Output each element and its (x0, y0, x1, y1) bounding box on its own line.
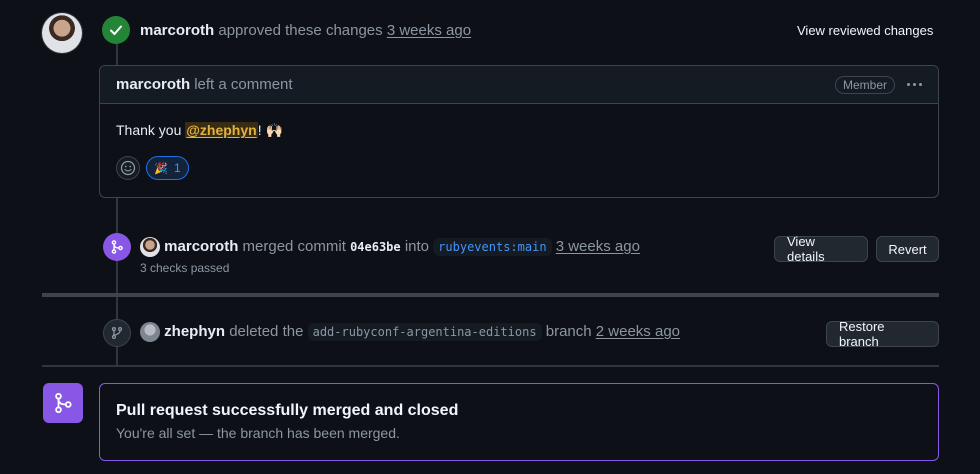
git-merge-icon (55, 392, 72, 414)
divider (42, 365, 939, 367)
comment-header: marcoroth left a comment Member (100, 66, 938, 104)
merge-user[interactable]: marcoroth (164, 238, 238, 255)
avatar[interactable] (140, 237, 160, 257)
tada-reaction-button[interactable]: 🎉 1 (146, 156, 189, 180)
target-branch[interactable]: rubyevents:main (433, 237, 552, 256)
view-reviewed-changes-link[interactable]: View reviewed changes (797, 23, 933, 38)
merge-summary: marcoroth merged commit 04e63be into rub… (140, 237, 640, 257)
merge-action: merged commit (242, 237, 346, 255)
avatar[interactable] (42, 13, 82, 53)
member-badge: Member (834, 75, 895, 94)
comment-text: Thank you (116, 122, 186, 138)
check-icon (110, 25, 122, 35)
merged-badge (103, 233, 131, 261)
review-user[interactable]: marcoroth (140, 22, 214, 39)
divider (42, 293, 939, 297)
reactions-bar: 🎉 1 (116, 156, 189, 180)
comment-body: Thank you @zhephyn! 🙌🏻 (100, 104, 938, 139)
git-merge-icon (111, 240, 123, 254)
branch-word: branch (545, 322, 592, 340)
add-reaction-button[interactable] (116, 156, 140, 180)
delete-user[interactable]: zhephyn (164, 323, 225, 340)
reaction-count: 1 (174, 161, 181, 175)
view-details-button[interactable]: View details (774, 234, 868, 264)
comment-user[interactable]: marcoroth (116, 76, 190, 93)
merged-title: Pull request successfully merged and clo… (116, 402, 459, 419)
merged-status-box: Pull request successfully merged and clo… (99, 383, 939, 461)
tada-emoji: 🎉 (154, 162, 168, 175)
comment-text-end: ! 🙌🏻 (257, 122, 283, 138)
commit-sha[interactable]: 04e63be (350, 240, 401, 254)
avatar[interactable] (140, 322, 160, 342)
restore-branch-button[interactable]: Restore branch (826, 319, 939, 349)
review-summary: marcoroth approved these changes 3 weeks… (140, 22, 471, 39)
review-action: approved these changes (218, 22, 383, 39)
checks-status[interactable]: 3 checks passed (140, 261, 229, 275)
git-branch-icon (111, 327, 123, 339)
delete-summary: zhephyn deleted the add-rubyconf-argenti… (140, 322, 680, 342)
comment-action: left a comment (194, 76, 293, 93)
merge-into: into (404, 237, 429, 255)
delete-action: deleted the (229, 322, 304, 340)
approved-badge (102, 16, 130, 44)
comment-box: marcoroth left a comment Member Thank yo… (99, 65, 939, 198)
delete-time[interactable]: 2 weeks ago (596, 323, 680, 340)
more-options-icon[interactable] (907, 83, 922, 86)
review-time[interactable]: 3 weeks ago (387, 22, 471, 39)
revert-button[interactable]: Revert (876, 236, 939, 262)
merged-subtitle: You're all set — the branch has been mer… (116, 425, 400, 441)
merged-status-icon-box (43, 383, 83, 423)
merge-time[interactable]: 3 weeks ago (556, 238, 640, 255)
deleted-branch-name: add-rubyconf-argentina-editions (307, 322, 542, 341)
branch-badge (103, 319, 131, 347)
user-mention[interactable]: @zhephyn (185, 122, 258, 138)
smiley-icon (120, 160, 136, 176)
